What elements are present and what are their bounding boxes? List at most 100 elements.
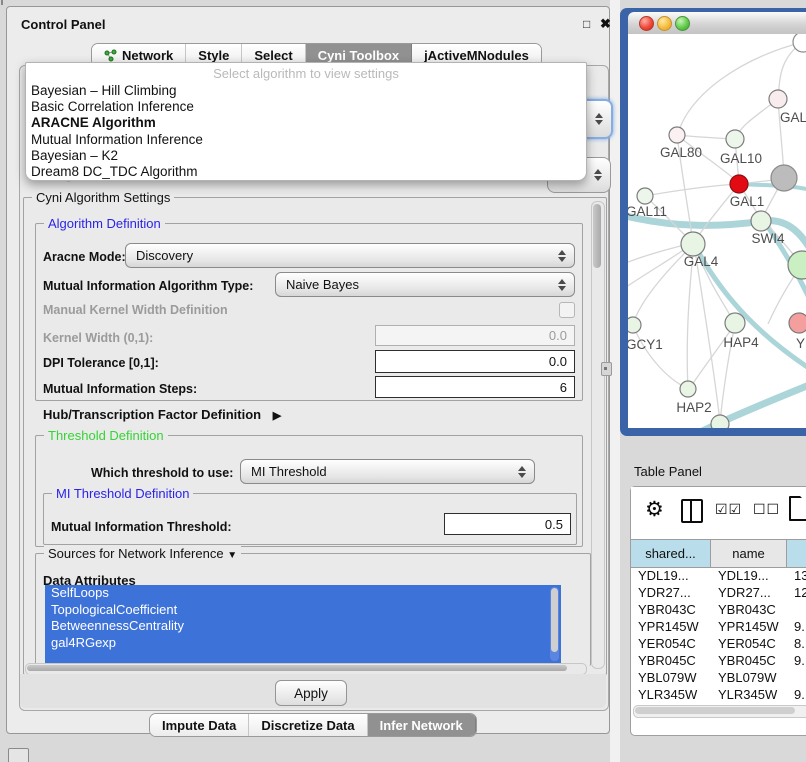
- table-cell-val: 9.: [787, 687, 806, 702]
- network-node[interactable]: [769, 90, 787, 108]
- tab-impute-data[interactable]: Impute Data: [150, 714, 249, 736]
- tab-label: Select: [254, 48, 292, 63]
- attribute-item[interactable]: gal4RGexp: [45, 635, 561, 652]
- attribute-items: SelfLoopsTopologicalCoefficientBetweenne…: [45, 585, 561, 651]
- unchecked-checkboxes-icon[interactable]: ☐☐: [753, 501, 780, 518]
- network-edge[interactable]: [694, 184, 739, 242]
- table-row[interactable]: YPR145WYPR145W9.: [631, 618, 806, 635]
- tab-discretize-data[interactable]: Discretize Data: [249, 714, 367, 736]
- network-window-titlebar[interactable]: [628, 12, 806, 35]
- attribute-item[interactable]: SelfLoops: [45, 585, 561, 602]
- table-row[interactable]: YBR043CYBR043C: [631, 601, 806, 618]
- dropdown-item[interactable]: Bayesian – K2: [26, 148, 586, 164]
- which-threshold-combobox[interactable]: MI Threshold: [240, 459, 535, 484]
- network-node-label: GAL1: [730, 194, 765, 209]
- table-panel-window: ⚙ ☑☑ ☐☐ shared... name YDL19...YDL19...1…: [630, 486, 806, 736]
- application-root: Control Panel □ ✖ NetworkStyleSelectCyni…: [0, 0, 806, 762]
- table-row[interactable]: YBR045CYBR045C9.: [631, 652, 806, 669]
- checked-checkboxes-icon[interactable]: ☑☑: [715, 501, 742, 518]
- tab-label: Discretize Data: [261, 718, 354, 733]
- split-columns-icon[interactable]: [681, 499, 703, 523]
- dropdown-item[interactable]: ARACNE Algorithm: [26, 115, 586, 131]
- column-header-third[interactable]: [787, 540, 806, 567]
- dropdown-prompt: Select algorithm to view settings: [26, 63, 586, 83]
- network-node[interactable]: [628, 317, 641, 333]
- hub-factor-section-label[interactable]: Hub/Transcription Factor Definition ▶: [43, 407, 281, 422]
- float-window-icon[interactable]: □: [583, 17, 590, 31]
- network-node[interactable]: [637, 188, 653, 204]
- table-horizontal-scrollbar[interactable]: [633, 705, 806, 718]
- network-node[interactable]: [711, 415, 729, 428]
- table-hscroll-thumb[interactable]: [635, 707, 795, 714]
- table-cell-shared: YBL079W: [631, 670, 711, 685]
- network-edge[interactable]: [690, 324, 735, 388]
- data-attributes-list[interactable]: SelfLoopsTopologicalCoefficientBetweenne…: [45, 585, 561, 663]
- sources-title-text: Sources for Network Inference: [48, 546, 224, 561]
- dropdown-item[interactable]: Bayesian – Hill Climbing: [26, 83, 586, 99]
- network-node[interactable]: [789, 313, 806, 333]
- network-edge[interactable]: [645, 184, 738, 196]
- network-node[interactable]: [730, 175, 748, 193]
- network-node[interactable]: [771, 165, 797, 191]
- network-node-label: HAP4: [723, 335, 759, 350]
- attribute-scroll-thumb[interactable]: [551, 588, 558, 652]
- collapsed-panel-button[interactable]: [8, 748, 29, 762]
- settings-hscroll-thumb[interactable]: [27, 665, 567, 671]
- gear-icon[interactable]: ⚙: [645, 497, 664, 522]
- network-node[interactable]: [726, 130, 744, 148]
- network-node[interactable]: [751, 211, 771, 231]
- zoom-traffic-light[interactable]: [675, 16, 690, 31]
- attribute-item[interactable]: TopologicalCoefficient: [45, 602, 561, 619]
- mi-threshold-input[interactable]: 0.5: [444, 513, 571, 535]
- network-node-label: GAL80: [660, 145, 702, 160]
- tab-infer-network[interactable]: Infer Network: [368, 714, 476, 736]
- table-cell-name: YPR145W: [711, 619, 787, 634]
- minimize-traffic-light[interactable]: [657, 16, 672, 31]
- tab-label: jActiveMNodules: [424, 48, 529, 63]
- mi-type-combobox[interactable]: Naive Bayes: [275, 272, 575, 297]
- tab-label: Infer Network: [380, 718, 463, 733]
- settings-vscroll-thumb[interactable]: [593, 204, 601, 268]
- network-node[interactable]: [681, 232, 705, 256]
- table-cell-name: YBL079W: [711, 670, 787, 685]
- table-row[interactable]: YLR345WYLR345W9.: [631, 686, 806, 703]
- table-cell-shared: YLR345W: [631, 687, 711, 702]
- dropdown-item[interactable]: Dream8 DC_TDC Algorithm: [26, 164, 586, 180]
- network-edge[interactable]: [633, 326, 688, 389]
- column-header-name[interactable]: name: [711, 540, 787, 567]
- close-traffic-light[interactable]: [639, 16, 654, 31]
- kernel-width-input[interactable]: 0.0: [375, 325, 575, 346]
- table-body: YDL19...YDL19...13YDR27...YDR27...12YBR0…: [631, 567, 806, 705]
- dpi-tolerance-input[interactable]: 0.0: [375, 350, 575, 373]
- attribute-item[interactable]: BetweennessCentrality: [45, 618, 561, 635]
- table-cell-shared: YDL19...: [631, 568, 711, 583]
- apply-button[interactable]: Apply: [275, 680, 347, 706]
- new-table-page-icon[interactable]: [789, 496, 806, 521]
- attribute-list-scrollbar[interactable]: [550, 587, 559, 661]
- manual-kernel-checkbox[interactable]: [559, 302, 575, 318]
- table-row[interactable]: YER054CYER054C8.: [631, 635, 806, 652]
- tab-label: Cyni Toolbox: [318, 48, 399, 63]
- table-row[interactable]: YDR27...YDR27...12: [631, 584, 806, 601]
- table-row[interactable]: YDL19...YDL19...13: [631, 567, 806, 584]
- network-node[interactable]: [788, 251, 806, 279]
- network-node[interactable]: [669, 127, 685, 143]
- aracne-mode-combobox[interactable]: Discovery: [125, 243, 575, 268]
- network-node[interactable]: [725, 313, 745, 333]
- collapsed-arrow-icon[interactable]: ▶: [273, 409, 281, 422]
- mi-threshold-label: Mutual Information Threshold:: [51, 520, 232, 534]
- table-cell-val: 8.: [787, 636, 806, 651]
- table-header-row: shared... name: [631, 539, 806, 568]
- mi-steps-input[interactable]: 6: [375, 376, 575, 398]
- table-cell-shared: YPR145W: [631, 619, 711, 634]
- expanded-arrow-icon[interactable]: ▼: [227, 550, 237, 561]
- settings-vertical-scrollbar[interactable]: [591, 201, 605, 669]
- column-header-shared[interactable]: shared...: [631, 540, 711, 567]
- network-node[interactable]: [680, 381, 696, 397]
- spinner-arrows-icon: [594, 169, 603, 181]
- network-canvas[interactable]: GALGAL80GAL10GAL1GAL11SWI4GAL4GCY1HAP4YH…: [628, 34, 806, 428]
- table-row[interactable]: YBL079WYBL079W: [631, 669, 806, 686]
- divider-collapse-handle[interactable]: [601, 362, 612, 376]
- dropdown-item[interactable]: Mutual Information Inference: [26, 132, 586, 148]
- dropdown-item[interactable]: Basic Correlation Inference: [26, 99, 586, 115]
